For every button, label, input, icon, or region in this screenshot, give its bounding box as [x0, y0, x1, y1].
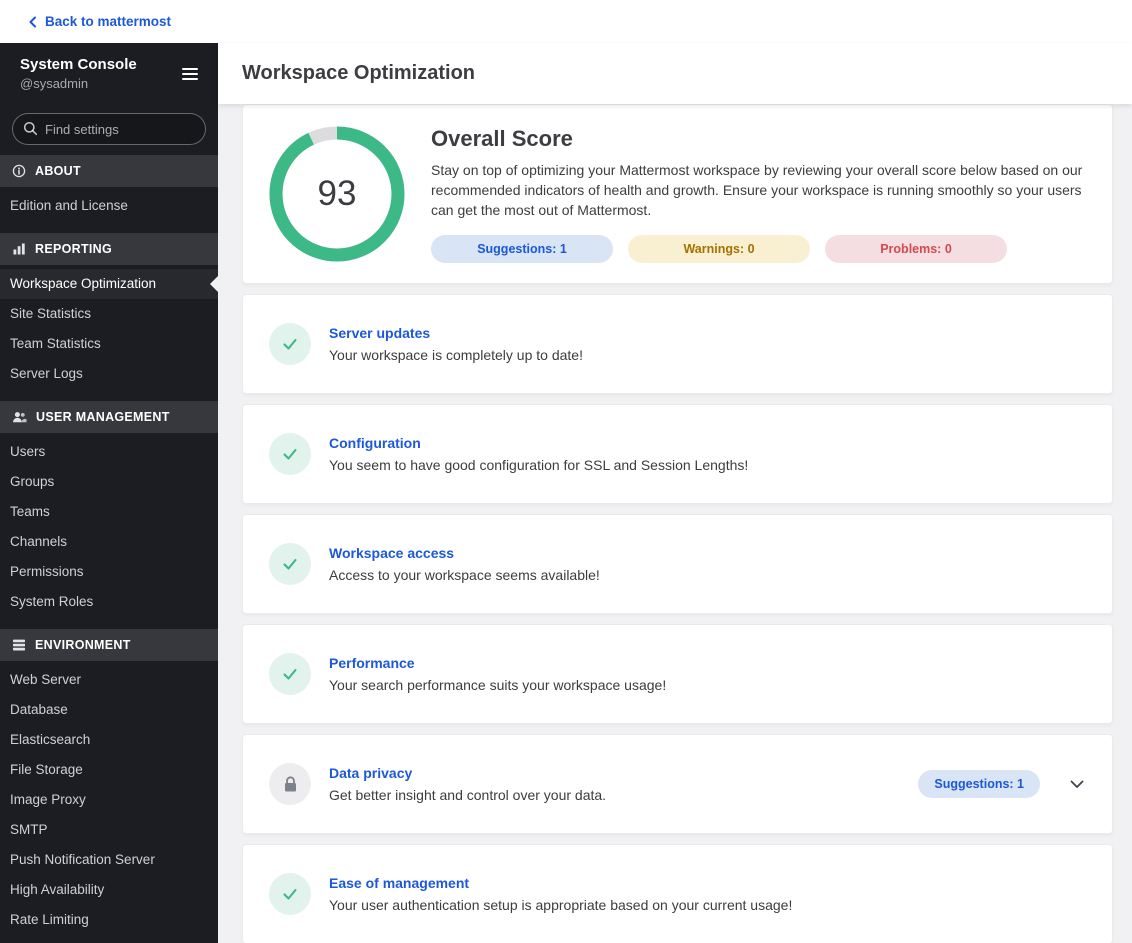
console-title: System Console: [20, 56, 137, 73]
sidebar-item-web-server[interactable]: Web Server: [0, 665, 218, 695]
section-label: ENVIRONMENT: [35, 638, 131, 652]
section-header-user-management: USER MANAGEMENT: [0, 401, 218, 433]
lock-icon: [269, 763, 311, 805]
overall-score-description: Stay on top of optimizing your Mattermos…: [431, 161, 1083, 218]
sidebar-item-elasticsearch[interactable]: Elasticsearch: [0, 725, 218, 755]
content-scroll-area[interactable]: 93 Overall Score Stay on top of optimizi…: [218, 104, 1132, 943]
chevron-down-icon[interactable]: [1066, 776, 1088, 793]
card-configuration: Configuration You seem to have good conf…: [242, 404, 1113, 504]
sidebar-item-database[interactable]: Database: [0, 695, 218, 725]
check-icon: [269, 433, 311, 475]
sidebar-item-users[interactable]: Users: [0, 437, 218, 467]
sidebar: System Console @sysadmin ABOUT Edition a…: [0, 43, 218, 943]
sidebar-item-site-statistics[interactable]: Site Statistics: [0, 299, 218, 329]
section-label: USER MANAGEMENT: [36, 410, 170, 424]
score-ring: 93: [269, 126, 405, 262]
server-stack-icon: [12, 638, 26, 652]
overall-score-card: 93 Overall Score Stay on top of optimizi…: [242, 104, 1113, 284]
card-workspace-access: Workspace access Access to your workspac…: [242, 514, 1113, 614]
search-icon: [23, 121, 38, 141]
card-title-link[interactable]: Data privacy: [329, 765, 412, 781]
topbar: Back to mattermost: [0, 0, 1132, 43]
main-area: Workspace Optimization 93 Overall Score …: [218, 43, 1132, 943]
problems-pill: Problems: 0: [825, 234, 1007, 263]
page-header: Workspace Optimization: [218, 43, 1132, 104]
back-link-label: Back to mattermost: [45, 14, 172, 29]
card-title-link[interactable]: Workspace access: [329, 545, 454, 561]
sidebar-item-file-storage[interactable]: File Storage: [0, 755, 218, 785]
menu-icon[interactable]: [178, 64, 202, 84]
sidebar-item-channels[interactable]: Channels: [0, 527, 218, 557]
check-icon: [269, 653, 311, 695]
card-description: Your workspace is completely up to date!: [329, 347, 583, 363]
sidebar-item-permissions[interactable]: Permissions: [0, 557, 218, 587]
sidebar-item-groups[interactable]: Groups: [0, 467, 218, 497]
console-username: @sysadmin: [20, 76, 89, 91]
check-icon: [269, 323, 311, 365]
sidebar-nav: ABOUT Edition and License REPORTING Work…: [0, 155, 218, 939]
sidebar-header: System Console @sysadmin: [0, 43, 218, 104]
card-title-link[interactable]: Server updates: [329, 325, 430, 341]
suggestions-badge: Suggestions: 1: [918, 770, 1040, 798]
section-header-reporting: REPORTING: [0, 233, 218, 265]
check-icon: [269, 543, 311, 585]
overall-score-value: 93: [317, 174, 357, 213]
card-data-privacy[interactable]: Data privacy Get better insight and cont…: [242, 734, 1113, 834]
section-header-environment: ENVIRONMENT: [0, 629, 218, 661]
card-description: Get better insight and control over your…: [329, 787, 607, 803]
search-input[interactable]: [12, 113, 206, 145]
card-performance: Performance Your search performance suit…: [242, 624, 1113, 724]
card-title-link[interactable]: Configuration: [329, 435, 421, 451]
suggestions-pill: Suggestions: 1: [431, 234, 613, 263]
bar-chart-icon: [12, 242, 26, 256]
score-badges: Suggestions: 1 Warnings: 0 Problems: 0: [431, 234, 1083, 263]
sidebar-item-system-roles[interactable]: System Roles: [0, 587, 218, 617]
chevron-left-icon: [28, 16, 38, 28]
card-title-link[interactable]: Ease of management: [329, 875, 469, 891]
check-icon: [269, 873, 311, 915]
sidebar-item-teams[interactable]: Teams: [0, 497, 218, 527]
sidebar-item-smtp[interactable]: SMTP: [0, 815, 218, 845]
card-server-updates: Server updates Your workspace is complet…: [242, 294, 1113, 394]
overall-score-title: Overall Score: [431, 125, 573, 151]
sidebar-item-server-logs[interactable]: Server Logs: [0, 359, 218, 389]
page-title: Workspace Optimization: [242, 62, 476, 84]
users-icon: [12, 410, 27, 424]
section-label: REPORTING: [35, 242, 113, 256]
sidebar-item-team-statistics[interactable]: Team Statistics: [0, 329, 218, 359]
sidebar-item-edition-and-license[interactable]: Edition and License: [0, 191, 218, 221]
card-description: Your search performance suits your works…: [329, 677, 667, 693]
back-to-mattermost-link[interactable]: Back to mattermost: [28, 14, 171, 29]
info-icon: [12, 164, 26, 178]
section-header-about: ABOUT: [0, 155, 218, 187]
card-ease-of-management: Ease of management Your user authenticat…: [242, 844, 1113, 943]
search-box: [12, 113, 206, 145]
sidebar-item-image-proxy[interactable]: Image Proxy: [0, 785, 218, 815]
card-description: Your user authentication setup is approp…: [329, 897, 793, 913]
sidebar-item-high-availability[interactable]: High Availability: [0, 875, 218, 905]
card-title-link[interactable]: Performance: [329, 655, 415, 671]
sidebar-item-push-notification-server[interactable]: Push Notification Server: [0, 845, 218, 875]
card-description: Access to your workspace seems available…: [329, 567, 600, 583]
sidebar-item-rate-limiting[interactable]: Rate Limiting: [0, 905, 218, 935]
warnings-pill: Warnings: 0: [628, 234, 810, 263]
sidebar-item-workspace-optimization[interactable]: Workspace Optimization: [0, 269, 218, 299]
section-label: ABOUT: [35, 164, 81, 178]
card-description: You seem to have good configuration for …: [329, 457, 749, 473]
